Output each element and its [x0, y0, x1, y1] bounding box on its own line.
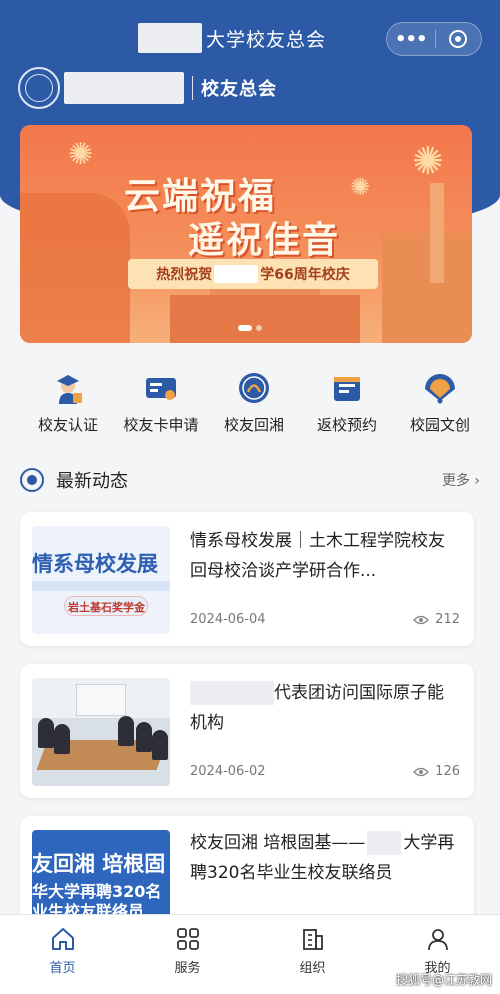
thumbnail-person: [118, 716, 134, 746]
news-views: 212: [413, 612, 460, 627]
quick-action-campus-visit[interactable]: 返校预约: [301, 370, 393, 442]
user-icon: [424, 925, 452, 953]
news-thumbnail: [32, 678, 170, 786]
news-date: 2024-06-02: [190, 764, 266, 779]
banner-building: [382, 233, 472, 343]
quick-action-label: 校友回湘: [223, 416, 284, 434]
quick-action-alumni-card[interactable]: 校友卡申请: [115, 370, 207, 442]
grid-icon: [174, 925, 202, 953]
quick-action-label: 返校预约: [316, 416, 377, 434]
firework-icon: ✺: [68, 137, 94, 172]
university-logo: 校友总会: [18, 66, 277, 110]
news-headline: 情系母校发展｜土木工程学院校友回母校洽谈产学研合作...: [190, 531, 445, 581]
thumbnail-person: [54, 724, 70, 754]
close-miniprogram-button[interactable]: [435, 30, 481, 48]
tab-label: 组织: [299, 961, 326, 976]
tab-organization[interactable]: 组织: [250, 915, 375, 994]
tab-label: 服务: [174, 961, 201, 976]
banner-building: [20, 193, 130, 343]
thumbnail-screen: [76, 684, 126, 716]
title-bar: 大学校友总会 •••: [0, 18, 500, 58]
firework-icon: ✺: [412, 139, 444, 183]
quick-action-campus-merch[interactable]: 校园文创: [394, 370, 486, 442]
news-section-icon: [20, 468, 44, 492]
redacted-block: [64, 72, 184, 104]
logo-label: 校友总会: [201, 79, 277, 100]
news-thumbnail: 情系母校发展 岩土基石奖学金: [32, 526, 170, 634]
quick-actions: 校友认证 校友卡申请 校友回湘 返校预约 校园文创: [0, 370, 500, 442]
banner-ribbon-text: 学66周年校庆: [260, 267, 350, 283]
news-card[interactable]: 友回湘 培根固 华大学再聘320名 业生校友联络员 校友回湘 培根固基—— 大学再…: [20, 816, 474, 926]
page-title: 大学校友总会: [138, 22, 326, 54]
news-view-count: 212: [435, 612, 460, 627]
news-headline: 校友回湘 培根固基—— 大学再聘320名毕业生校友联络员: [190, 828, 462, 888]
fan-icon: [422, 370, 458, 406]
news-card[interactable]: 代表团访问国际原子能机构 2024-06-02 126: [20, 664, 474, 798]
more-menu-button[interactable]: •••: [387, 29, 435, 50]
news-views: 126: [413, 764, 460, 779]
banner-ribbon-text: 热烈祝贺: [156, 267, 213, 283]
university-seal-icon: [18, 67, 60, 109]
quick-action-return-hunan[interactable]: 校友回湘: [208, 370, 300, 442]
thumbnail-person: [38, 718, 54, 748]
section-title: 最新动态: [56, 471, 128, 492]
redacted-block: [214, 265, 259, 283]
banner-ribbon: 热烈祝贺 学66周年校庆: [128, 259, 378, 289]
thumbnail-person: [136, 722, 152, 752]
banner-headline: 遥祝佳音: [188, 220, 341, 261]
news-headline-text: 校友回湘 培根固基——: [190, 833, 366, 853]
graduate-icon: [50, 370, 86, 406]
quick-action-label: 校友认证: [37, 416, 98, 434]
tab-services[interactable]: 服务: [125, 915, 250, 994]
target-icon: [449, 30, 468, 48]
quick-action-label: 校园文创: [409, 416, 470, 434]
thumbnail-stripe: [32, 581, 170, 591]
news-date: 2024-06-04: [190, 612, 266, 627]
banner-tower: [430, 183, 444, 283]
redacted-block: [138, 23, 202, 53]
thumbnail-text: 情系母校发展: [32, 552, 158, 576]
thumbnail-person: [152, 730, 168, 760]
news-view-count: 126: [435, 764, 460, 779]
tab-label: 首页: [49, 961, 76, 976]
building-icon: [299, 925, 327, 953]
quick-action-label: 校友卡申请: [123, 416, 199, 434]
carousel-indicator: [236, 325, 264, 331]
thumbnail-text: 友回湘 培根固: [32, 852, 166, 876]
eye-icon: [413, 767, 430, 776]
news-card[interactable]: 情系母校发展 岩土基石奖学金 情系母校发展｜土木工程学院校友回母校洽谈产学研合作…: [20, 512, 474, 646]
bottom-tab-bar: 首页 服务 组织 我的 搜狐号@江苏教网: [0, 914, 500, 994]
miniprogram-capsule: •••: [386, 22, 482, 56]
logo-divider: [192, 76, 193, 100]
news-section-header: 最新动态 更多 ›: [20, 465, 480, 495]
redacted-block: [190, 681, 274, 705]
card-icon: [143, 370, 179, 406]
news-thumbnail: 友回湘 培根固 华大学再聘320名 业生校友联络员: [32, 830, 170, 926]
emblem-icon: [236, 370, 272, 406]
thumbnail-text: 岩土基石奖学金: [68, 601, 145, 614]
redacted-block: [367, 831, 402, 855]
calendar-icon: [329, 370, 365, 406]
firework-icon: ✺: [350, 173, 371, 201]
home-icon: [49, 925, 77, 953]
watermark: 搜狐号@江苏教网: [395, 973, 492, 987]
more-news-link[interactable]: 更多 ›: [442, 470, 480, 490]
banner-carousel[interactable]: ✺ ✺ ✺ 云端祝福 遥祝佳音 热烈祝贺 学66周年校庆: [20, 125, 472, 343]
banner-building: [170, 295, 360, 343]
tab-home[interactable]: 首页: [0, 915, 125, 994]
quick-action-alumni-verify[interactable]: 校友认证: [22, 370, 114, 442]
page-title-text: 大学校友总会: [206, 28, 327, 51]
news-headline: 代表团访问国际原子能机构: [190, 678, 460, 738]
eye-icon: [413, 615, 430, 624]
